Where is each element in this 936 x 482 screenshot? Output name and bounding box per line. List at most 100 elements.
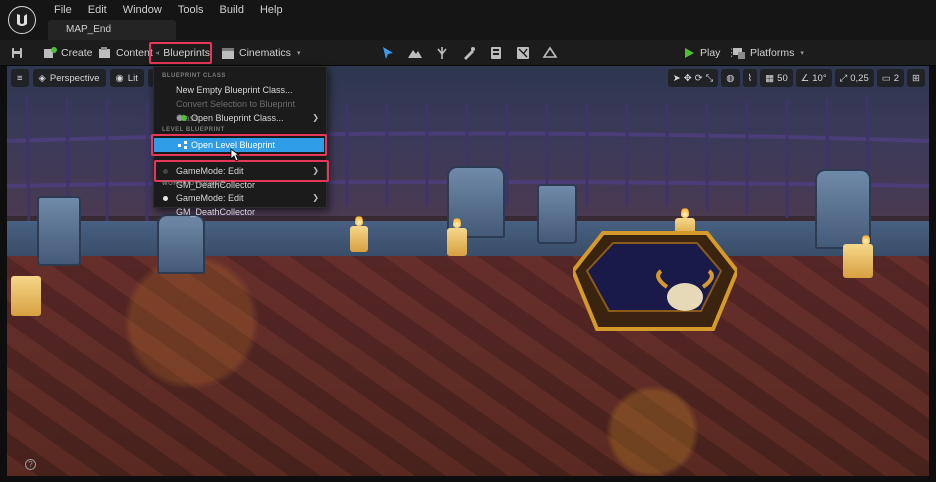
title-bar: File Edit Window Tools Build Help MAP_En… bbox=[0, 0, 936, 40]
blueprint-icon bbox=[156, 51, 160, 55]
translate-icon[interactable]: ✥ bbox=[684, 73, 692, 84]
level-viewport[interactable]: ≡ ◈ Perspective ◉ Lit Sh ➤ ✥ ⟳ ⤡ ◍ ⌇ ▦ 5… bbox=[7, 66, 929, 476]
globe-icon: ◍ bbox=[726, 72, 735, 84]
camera-icon: ▭ bbox=[881, 72, 891, 84]
scale-icon[interactable]: ⤡ bbox=[706, 73, 714, 84]
landscape-mode-icon[interactable] bbox=[407, 45, 423, 61]
coordinate-system-button[interactable]: ◍ bbox=[721, 69, 740, 87]
chevron-right-icon: ❯ bbox=[312, 166, 319, 175]
layout-button[interactable]: ⊞ bbox=[907, 69, 925, 87]
gamemode-project-item[interactable]: GameMode: Edit GM_DeathCollector ❯ bbox=[155, 164, 325, 190]
help-icon[interactable]: ? bbox=[25, 459, 36, 470]
map-tab[interactable]: MAP_End bbox=[48, 20, 176, 40]
menu-window[interactable]: Window bbox=[115, 0, 170, 20]
section-blueprint-class: BLUEPRINT CLASS bbox=[162, 73, 226, 79]
open-class-label: Open Blueprint Class... bbox=[191, 113, 284, 123]
blueprints-label: Blueprints bbox=[163, 47, 210, 59]
candle-flame bbox=[355, 214, 363, 226]
lit-label: Lit bbox=[127, 72, 138, 84]
platforms-label: Platforms bbox=[750, 47, 795, 59]
save-button[interactable] bbox=[10, 43, 24, 63]
menu-file[interactable]: File bbox=[46, 0, 80, 20]
perspective-button[interactable]: ◈ Perspective bbox=[32, 69, 106, 87]
viewport-menu-button[interactable]: ≡ bbox=[11, 69, 29, 87]
lit-icon: ◉ bbox=[115, 72, 124, 84]
cinematics-label: Cinematics bbox=[239, 47, 291, 59]
level-blueprint-icon bbox=[178, 141, 187, 149]
fracture-mode-icon[interactable] bbox=[515, 45, 531, 61]
grid-snap-value: 50 bbox=[777, 72, 788, 84]
tombstone-cross bbox=[537, 184, 577, 244]
save-icon bbox=[12, 48, 22, 58]
play-icon bbox=[685, 48, 694, 58]
viewport-right-toolbar: ➤ ✥ ⟳ ⤡ ◍ ⌇ ▦ 50 ∠ 10° ⤢ 0,25 ▭ 2 ⊞ bbox=[667, 69, 925, 87]
chevron-right-icon: ❯ bbox=[312, 193, 319, 202]
select-cursor-icon[interactable]: ➤ bbox=[673, 73, 681, 84]
new-empty-blueprint-class-item[interactable]: New Empty Blueprint Class... bbox=[155, 83, 325, 97]
cinematics-button[interactable]: Cinematics ▾ bbox=[221, 43, 300, 63]
lit-button[interactable]: ◉ Lit bbox=[109, 69, 144, 87]
section-level-blueprint: LEVEL BLUEPRINT bbox=[162, 127, 225, 133]
perspective-icon: ◈ bbox=[38, 72, 46, 84]
select-mode-icon[interactable] bbox=[380, 45, 396, 61]
candle-flame bbox=[453, 216, 461, 228]
tombstone-cross bbox=[37, 196, 81, 266]
modeling-mode-icon[interactable] bbox=[488, 45, 504, 61]
content-button[interactable]: Content bbox=[98, 43, 153, 63]
create-label: Create bbox=[61, 47, 93, 59]
gamemode-world-item[interactable]: GameMode: Edit GM_DeathCollector ❯ bbox=[155, 191, 325, 217]
clapperboard-icon bbox=[222, 48, 234, 59]
menu-build[interactable]: Build bbox=[212, 0, 252, 20]
layout-grid-icon: ⊞ bbox=[912, 72, 920, 84]
chevron-down-icon: ▾ bbox=[800, 50, 804, 57]
scale-snap-icon: ⤢ bbox=[839, 72, 848, 84]
open-blueprint-class-item[interactable]: Open Blueprint Class... ❯ bbox=[155, 111, 325, 125]
play-button[interactable]: Play ⋮ bbox=[682, 43, 737, 63]
scale-snap-button[interactable]: ⤢ 0,25 bbox=[834, 69, 874, 87]
create-button[interactable]: Create▾ bbox=[43, 43, 102, 63]
scene-floor bbox=[7, 256, 929, 476]
transform-tools: ➤ ✥ ⟳ ⤡ bbox=[667, 69, 719, 87]
rotation-snap-value: 10° bbox=[812, 72, 827, 84]
play-label: Play bbox=[700, 47, 721, 59]
blueprints-button[interactable]: Blueprints bbox=[149, 42, 212, 64]
candle bbox=[11, 276, 41, 316]
surface-snap-button[interactable]: ⌇ bbox=[742, 69, 758, 87]
blueprint-class-icon bbox=[177, 115, 187, 121]
candle-flame bbox=[862, 233, 870, 245]
rotate-icon[interactable]: ⟳ bbox=[695, 73, 703, 84]
candle bbox=[350, 226, 368, 252]
tombstone bbox=[157, 214, 205, 274]
mesh-paint-icon[interactable] bbox=[461, 45, 477, 61]
menu-help[interactable]: Help bbox=[252, 0, 291, 20]
create-icon bbox=[44, 47, 57, 58]
content-icon bbox=[99, 47, 110, 58]
blueprints-dropdown: BLUEPRINT CLASS New Empty Blueprint Clas… bbox=[151, 66, 329, 217]
bullet-icon bbox=[163, 169, 168, 174]
candle bbox=[447, 228, 467, 256]
perspective-label: Perspective bbox=[49, 72, 100, 84]
surface-snap-icon: ⌇ bbox=[747, 72, 753, 84]
section-world-override: WORLD OVERRIDE bbox=[162, 181, 225, 187]
rotation-snap-button[interactable]: ∠ 10° bbox=[795, 69, 832, 87]
brush-mode-icon[interactable] bbox=[542, 45, 558, 61]
menu-tools[interactable]: Tools bbox=[170, 0, 212, 20]
content-label: Content bbox=[116, 47, 153, 59]
foliage-mode-icon[interactable] bbox=[434, 45, 450, 61]
unreal-logo-icon[interactable] bbox=[8, 6, 36, 34]
convert-selection-item: Convert Selection to Blueprint Class... bbox=[155, 97, 325, 123]
mouse-cursor-icon bbox=[230, 148, 240, 162]
bullet-icon bbox=[163, 196, 168, 201]
camera-speed-value: 2 bbox=[893, 72, 900, 84]
scale-snap-value: 0,25 bbox=[850, 72, 869, 84]
gamemode-world-label: GameMode: Edit GM_DeathCollector bbox=[176, 193, 256, 217]
candle bbox=[843, 244, 873, 278]
platforms-button[interactable]: Platforms ▾ bbox=[732, 43, 804, 63]
menu-edit[interactable]: Edit bbox=[80, 0, 115, 20]
candle-flame bbox=[681, 206, 689, 218]
grid-icon: ▦ bbox=[765, 72, 775, 84]
scene-coffin bbox=[573, 231, 737, 331]
grid-snap-button[interactable]: ▦ 50 bbox=[760, 69, 793, 87]
camera-speed-button[interactable]: ▭ 2 bbox=[876, 69, 905, 87]
chevron-down-icon: ▾ bbox=[296, 50, 301, 57]
